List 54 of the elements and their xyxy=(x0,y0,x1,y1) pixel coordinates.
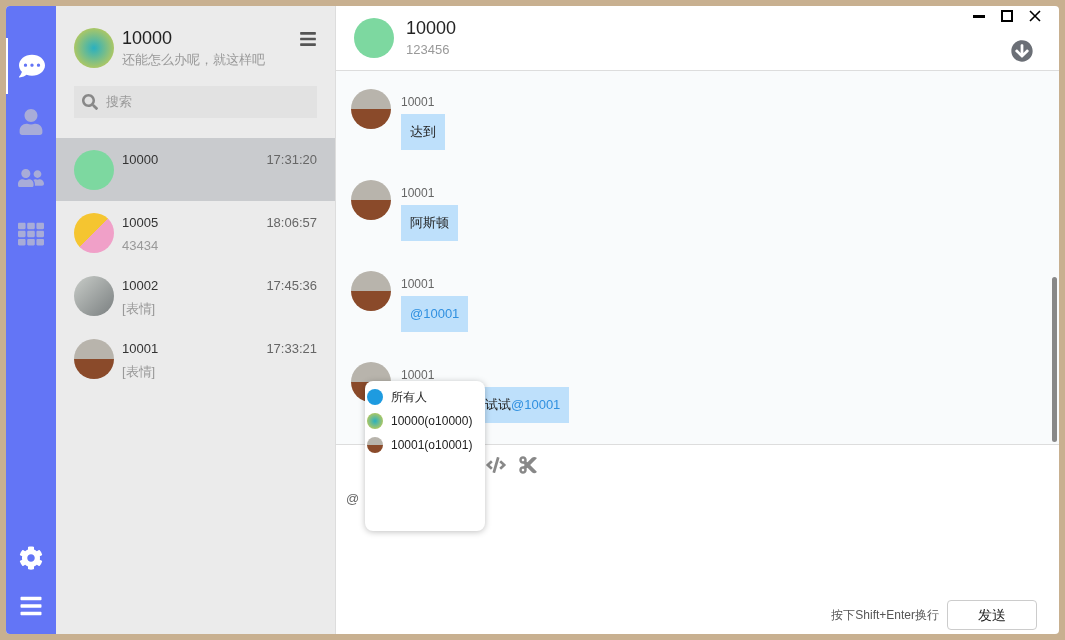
avatar-picture xyxy=(354,18,394,58)
send-button[interactable]: 发送 xyxy=(947,600,1037,630)
search-icon xyxy=(82,93,98,110)
search-input[interactable]: 搜索 xyxy=(106,91,309,112)
avatar-picture xyxy=(367,437,383,453)
contact-name: 10000 xyxy=(122,150,159,169)
avatar-picture xyxy=(351,271,391,311)
avatar-picture xyxy=(74,212,114,253)
sender-name: 10001 xyxy=(401,185,436,202)
scissors-icon[interactable] xyxy=(518,455,538,475)
avatar-picture xyxy=(74,27,114,68)
message-time: 18:06:57 xyxy=(266,213,317,232)
message-preview: [表情] xyxy=(122,300,157,318)
conversation-item[interactable]: 10000 17:31:20 xyxy=(56,137,335,201)
contact-name: 10005 xyxy=(122,213,159,232)
mention-option[interactable]: 10001(o10001) xyxy=(365,433,485,457)
avatar-picture xyxy=(74,338,114,379)
menu-icon[interactable] xyxy=(19,594,43,618)
avatar-picture xyxy=(74,149,114,190)
message-time: 17:45:36 xyxy=(266,276,317,295)
profile-name: 10000 xyxy=(122,27,174,50)
profile-signature: 还能怎么办呢，就这样吧 xyxy=(122,51,266,69)
message-bubble: @10001 xyxy=(401,296,469,332)
avatar-picture xyxy=(351,180,391,220)
message-bubble: 阿斯顿 xyxy=(401,205,458,241)
message-preview: 43434 xyxy=(122,237,160,255)
scrollbar[interactable] xyxy=(1052,277,1057,442)
contact-name: 10002 xyxy=(122,276,159,295)
message-bubble: 达到 xyxy=(401,114,445,150)
message-input[interactable]: @ xyxy=(346,489,1049,509)
chat-subtitle: 123456 xyxy=(406,41,451,60)
avatar-picture xyxy=(367,413,383,429)
message-time: 17:33:21 xyxy=(266,339,317,358)
settings-icon[interactable] xyxy=(19,546,43,570)
maximize-icon[interactable] xyxy=(1001,10,1013,22)
menu-icon[interactable] xyxy=(299,30,317,48)
conversation-item[interactable]: 10001 17:33:21 [表情] xyxy=(56,326,335,390)
sender-name: 10001 xyxy=(401,276,436,293)
contact-name: 10001 xyxy=(122,339,159,358)
conversation-item[interactable]: 10005 18:06:57 43434 xyxy=(56,200,335,264)
download-icon[interactable] xyxy=(1011,40,1033,62)
minimize-icon[interactable] xyxy=(973,14,985,18)
code-icon[interactable] xyxy=(486,455,506,475)
message-time: 17:31:20 xyxy=(266,150,317,169)
sender-name: 10001 xyxy=(401,367,436,384)
avatar-picture xyxy=(351,89,391,129)
conversation-item[interactable]: 10002 17:45:36 [表情] xyxy=(56,263,335,327)
sender-name: 10001 xyxy=(401,94,436,111)
avatar-picture xyxy=(74,275,114,316)
chat-title: 10000 xyxy=(406,17,458,41)
search-field[interactable]: 搜索 xyxy=(74,85,317,118)
message-preview: [表情] xyxy=(122,363,157,381)
hint-text: 按下Shift+Enter换行 xyxy=(831,607,939,624)
close-icon[interactable] xyxy=(1029,10,1041,22)
